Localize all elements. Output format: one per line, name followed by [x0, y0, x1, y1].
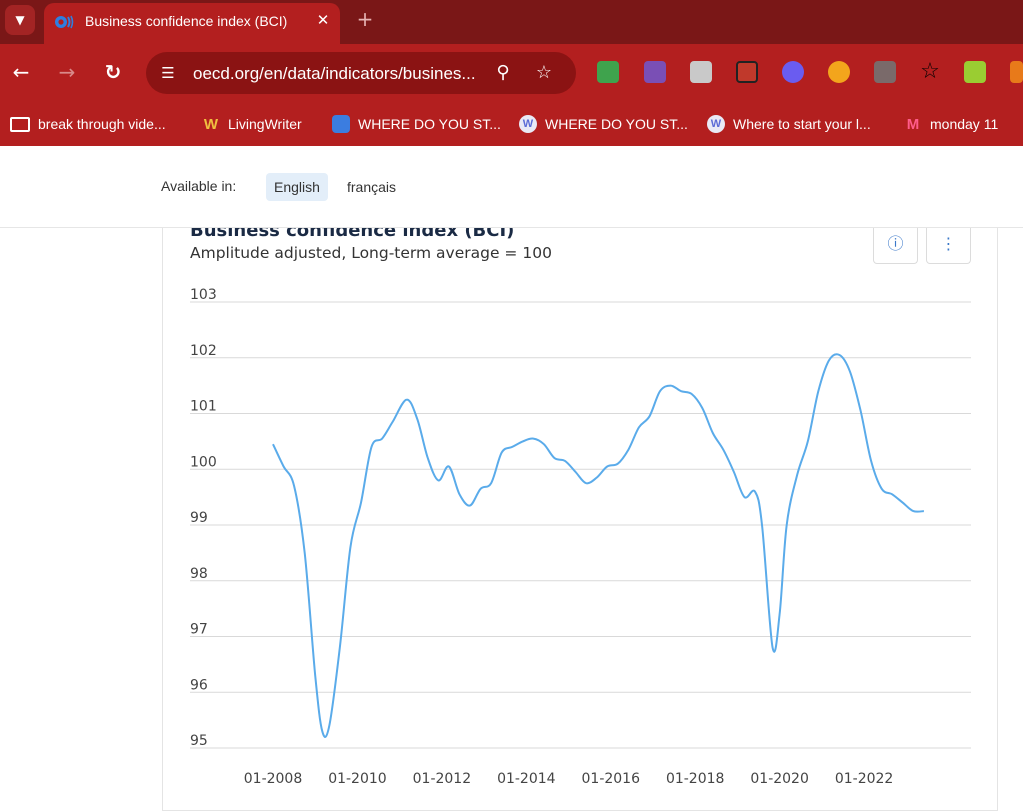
tab-strip: ▼ Business confidence index (BCI) ✕ +	[0, 0, 1023, 44]
y-tick-label: 99	[190, 510, 208, 526]
x-tick-label: 01-2010	[328, 771, 387, 787]
y-tick-label: 96	[190, 677, 208, 693]
series-line	[272, 353, 924, 738]
bookmark-label: LivingWriter	[228, 116, 302, 132]
y-tick-label: 95	[190, 733, 208, 749]
x-tick-label: 01-2022	[835, 771, 894, 787]
back-button[interactable]: ←	[7, 58, 35, 86]
lang-french-button[interactable]: français	[339, 173, 404, 201]
chart-card: 103 102 101 100 99 98 97 96 95 01-2008 01-2010 01-2…	[162, 228, 998, 811]
x-tick-label: 01-2020	[750, 771, 809, 787]
extension-1-icon[interactable]	[597, 61, 619, 83]
bookmark-monday[interactable]: M monday 11	[904, 112, 998, 136]
extension-2-icon[interactable]	[644, 61, 666, 83]
bookmark-where-2[interactable]: W WHERE DO YOU ST...	[519, 112, 688, 136]
close-tab-icon[interactable]: ✕	[312, 8, 334, 32]
browser-toolbar: ← → ↻ ☰ oecd.org/en/data/indicators/busi…	[0, 44, 1023, 102]
bookmark-where-3[interactable]: W Where to start your l...	[707, 112, 871, 136]
bookmarks-bar: break through vide... W LivingWriter WHE…	[0, 102, 1023, 146]
x-tick-label: 01-2012	[413, 771, 472, 787]
bookmark-label: WHERE DO YOU ST...	[358, 116, 501, 132]
extension-star-icon[interactable]: ☆	[916, 58, 944, 86]
extension-9-icon[interactable]	[1010, 61, 1023, 83]
bookmark-label: WHERE DO YOU ST...	[545, 116, 688, 132]
more-vertical-icon: ⋮	[940, 234, 957, 253]
lang-english-button[interactable]: English	[266, 173, 328, 201]
more-options-button[interactable]: ⋮	[926, 228, 971, 264]
extension-3-icon[interactable]	[690, 61, 712, 83]
y-tick-label: 102	[190, 343, 217, 359]
oecd-favicon-icon	[55, 15, 74, 29]
bookmark-star-icon[interactable]: ☆	[532, 61, 556, 85]
active-tab[interactable]: Business confidence index (BCI) ✕	[44, 3, 340, 44]
extension-8-icon[interactable]	[964, 61, 986, 83]
tab-search-button[interactable]: ▼	[5, 5, 35, 35]
tab-title: Business confidence index (BCI)	[85, 13, 288, 29]
y-tick-label: 97	[190, 622, 208, 638]
y-tick-label: 98	[190, 566, 208, 582]
reload-button[interactable]: ↻	[99, 58, 127, 86]
y-tick-label: 101	[190, 399, 217, 415]
available-in-label: Available in:	[161, 178, 237, 194]
w-circle-icon: W	[519, 115, 537, 133]
extension-6-icon[interactable]	[828, 61, 850, 83]
extension-7-icon[interactable]	[874, 61, 896, 83]
new-tab-button[interactable]: +	[353, 4, 377, 34]
x-tick-label: 01-2008	[244, 771, 303, 787]
livingwriter-icon: W	[203, 115, 219, 133]
line-chart: 103 102 101 100 99 98 97 96 95 01-2008 01-2010 01-2…	[190, 287, 971, 787]
bookmark-folder[interactable]: break through vide...	[10, 112, 166, 136]
y-tick-label: 103	[190, 287, 217, 303]
chevron-down-icon: ▼	[15, 13, 25, 27]
bookmark-where-1[interactable]: WHERE DO YOU ST...	[332, 112, 501, 136]
extension-5-icon[interactable]	[782, 61, 804, 83]
site-info-icon[interactable]: ☰	[156, 61, 180, 85]
x-tick-label: 01-2014	[497, 771, 556, 787]
forward-button[interactable]: →	[53, 58, 81, 86]
language-bar: Available in: English français	[0, 146, 1023, 228]
zoom-icon[interactable]: ⚲	[491, 61, 515, 85]
bookmark-livingwriter[interactable]: W LivingWriter	[202, 112, 302, 136]
folder-icon	[10, 116, 30, 132]
chart-subtitle: Amplitude adjusted, Long-term average = …	[190, 244, 552, 262]
chart-title: Business confidence index (BCI)	[190, 228, 515, 241]
url-text[interactable]: oecd.org/en/data/indicators/busines...	[193, 63, 493, 85]
bookmark-label: Where to start your l...	[733, 116, 871, 132]
info-icon: ⓘ	[887, 234, 904, 253]
info-button[interactable]: ⓘ	[873, 228, 918, 264]
bookmark-label: monday 11	[930, 116, 999, 132]
x-tick-label: 01-2016	[582, 771, 641, 787]
y-tick-label: 100	[190, 454, 217, 470]
extension-4-icon[interactable]	[736, 61, 758, 83]
w-circle-icon: W	[707, 115, 725, 133]
bookmark-label: break through vide...	[38, 116, 166, 132]
app-icon	[332, 115, 350, 133]
address-bar[interactable]: ☰ oecd.org/en/data/indicators/busines...…	[146, 52, 576, 94]
monday-icon: M	[906, 115, 920, 133]
x-tick-label: 01-2018	[666, 771, 725, 787]
